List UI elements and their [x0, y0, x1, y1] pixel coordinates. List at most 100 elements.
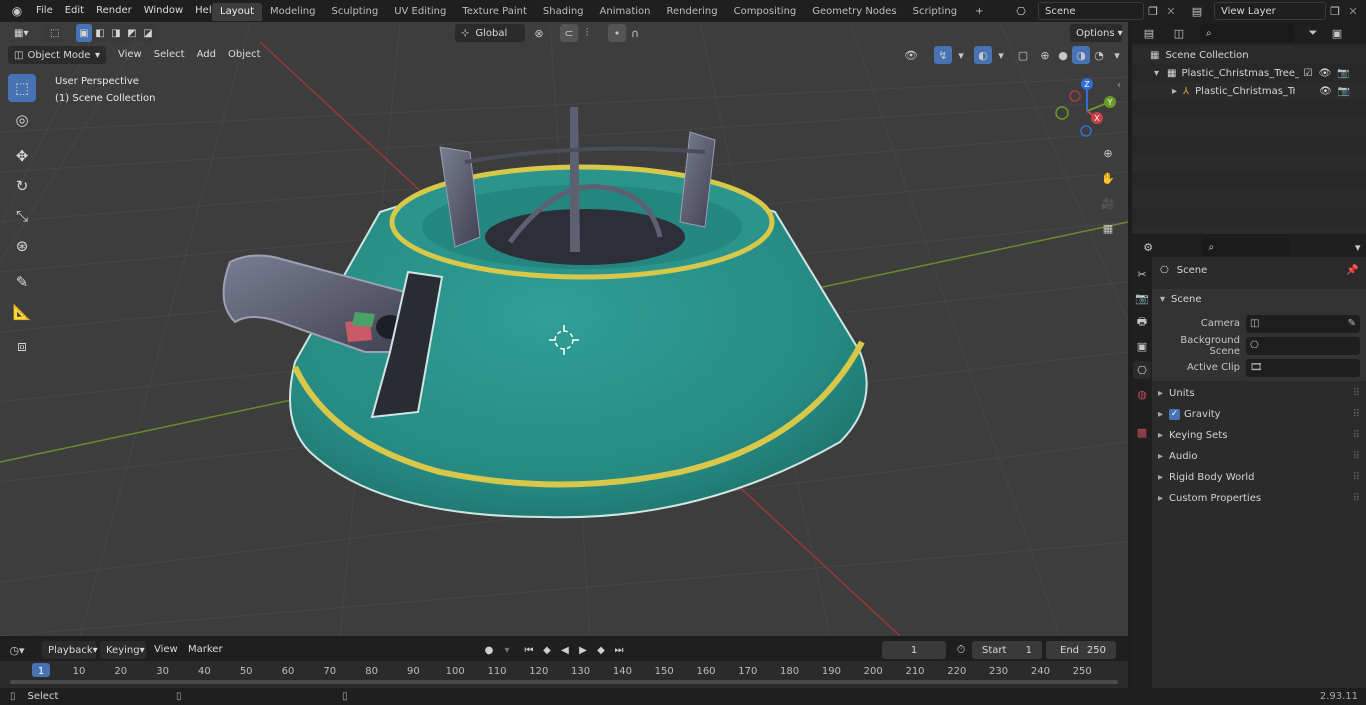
outliner-display-mode-icon[interactable]: ◫	[1170, 24, 1188, 42]
properties-options-icon[interactable]: ▾	[1350, 238, 1366, 256]
view-layer-icon[interactable]: ▤	[1188, 2, 1206, 20]
material-shading-icon[interactable]: ◑	[1072, 46, 1090, 64]
play-reverse-icon[interactable]: ◀	[556, 641, 574, 659]
keying-menu[interactable]: Keying ▾	[100, 641, 146, 659]
panel-keying-sets[interactable]: ▸ Keying Sets ⠿	[1158, 425, 1360, 445]
next-keyframe-icon[interactable]: ◆	[592, 641, 610, 659]
tab-layout[interactable]: Layout	[212, 3, 262, 21]
zoom-icon[interactable]: ⊕	[1098, 142, 1118, 164]
select-subtract-icon[interactable]: ◨	[108, 24, 124, 42]
tab-scripting[interactable]: Scripting	[905, 3, 965, 21]
camera-field[interactable]: ◫ ✎	[1246, 314, 1360, 333]
measure-tool-icon[interactable]: 📐	[8, 298, 36, 326]
copy-view-layer-icon[interactable]: ❐	[1326, 2, 1344, 20]
object-mode-dropdown[interactable]: ◫ Object Mode ▾	[8, 46, 106, 64]
proportional-edit-icon[interactable]: •	[608, 24, 626, 42]
add-workspace-button[interactable]: +	[967, 3, 991, 21]
select-invert-icon[interactable]: ◩	[124, 24, 140, 42]
delete-scene-icon[interactable]: ✕	[1162, 2, 1180, 20]
solid-shading-icon[interactable]: ●	[1054, 46, 1072, 64]
drag-handle-icon[interactable]: ⠿	[1353, 409, 1360, 420]
new-collection-icon[interactable]: ▣	[1328, 24, 1346, 42]
annotate-tool-icon[interactable]: ✎	[8, 268, 36, 296]
texture-tab-icon[interactable]: ▩	[1133, 423, 1151, 441]
gizmo-dropdown-icon[interactable]: ▾	[952, 46, 970, 64]
world-tab-icon[interactable]: ◍	[1133, 385, 1151, 403]
render-tab-icon[interactable]: 📷	[1133, 289, 1151, 307]
editor-type-dropdown[interactable]: ▦▾	[8, 24, 34, 42]
falloff-icon[interactable]: ∩	[626, 24, 644, 42]
scale-tool-icon[interactable]: ⤡	[8, 202, 36, 230]
tab-uv-editing[interactable]: UV Editing	[386, 3, 454, 21]
outliner-scene-collection[interactable]: ▦ Scene Collection	[1132, 46, 1366, 64]
transform-orientation-dropdown[interactable]: ⊹ Global	[455, 24, 525, 42]
panel-rigid-body-world[interactable]: ▸ Rigid Body World ⠿	[1158, 467, 1360, 487]
wireframe-shading-icon[interactable]: ⊕	[1036, 46, 1054, 64]
current-frame-field[interactable]: 1	[882, 641, 946, 659]
outliner-editor-icon[interactable]: ▤	[1140, 24, 1158, 42]
record-options-icon[interactable]: ▾	[498, 641, 516, 659]
overlay-dropdown-icon[interactable]: ▾	[992, 46, 1010, 64]
options-dropdown[interactable]: Options ▾	[1070, 24, 1123, 42]
visibility-icon[interactable]: 👁	[902, 46, 920, 64]
jump-end-icon[interactable]: ⏭	[610, 641, 628, 659]
drag-handle-icon[interactable]: ⠿	[1353, 451, 1360, 462]
cursor-tool-icon[interactable]: ◎	[8, 106, 36, 134]
end-frame-field[interactable]: End 250	[1046, 641, 1116, 659]
expand-arrow-icon[interactable]: ▸	[1172, 86, 1177, 97]
jump-start-icon[interactable]: ⏮	[520, 641, 538, 659]
copy-scene-icon[interactable]: ❐	[1144, 2, 1162, 20]
sidebar-toggle-icon[interactable]: ‹	[1117, 80, 1121, 91]
eyedropper-icon[interactable]: ✎	[1348, 318, 1356, 329]
menu-object[interactable]: Object	[222, 46, 267, 64]
delete-view-layer-icon[interactable]: ✕	[1344, 2, 1362, 20]
drag-handle-icon[interactable]: ⠿	[1353, 472, 1360, 483]
render-camera-icon[interactable]: 📷	[1337, 68, 1349, 79]
navigation-gizmo[interactable]: Z Y X	[1052, 76, 1122, 146]
tab-texture-paint[interactable]: Texture Paint	[454, 3, 535, 21]
pin-icon[interactable]: 📌	[1346, 265, 1358, 276]
pan-hand-icon[interactable]: ✋	[1098, 167, 1118, 189]
menu-window[interactable]: Window	[138, 2, 189, 20]
xray-icon[interactable]: ▢	[1014, 46, 1032, 64]
panel-audio[interactable]: ▸ Audio ⠿	[1158, 446, 1360, 466]
overlay-toggle-icon[interactable]: ◐	[974, 46, 992, 64]
panel-custom-properties[interactable]: ▸ Custom Properties ⠿	[1158, 488, 1360, 508]
select-box-tool-icon[interactable]: ⬚	[8, 74, 36, 102]
view-layer-field[interactable]: View Layer	[1214, 2, 1326, 20]
camera-view-icon[interactable]: 🎥	[1098, 192, 1118, 214]
gizmo-toggle-icon[interactable]: ↯	[934, 46, 952, 64]
properties-search-input[interactable]: ⌕	[1202, 238, 1290, 256]
stopwatch-icon[interactable]: ⏱	[952, 641, 970, 659]
render-camera-icon[interactable]: 📷	[1338, 86, 1350, 97]
select-extend-icon[interactable]: ◧	[92, 24, 108, 42]
blender-logo-icon[interactable]: ◉	[8, 2, 26, 20]
outliner-item[interactable]: ▸ ⅄ Plastic_Christmas_Tree_S 👁 📷	[1132, 82, 1366, 100]
tab-compositing[interactable]: Compositing	[726, 3, 805, 21]
visibility-eye-icon[interactable]: 👁	[1318, 68, 1331, 79]
visibility-eye-icon[interactable]: 👁	[1319, 86, 1332, 97]
timeline-marker-menu[interactable]: Marker	[182, 641, 229, 659]
gravity-checkbox[interactable]: ✓	[1169, 408, 1181, 420]
active-clip-field[interactable]: 🎞	[1246, 358, 1360, 377]
output-tab-icon[interactable]: 🖶	[1133, 313, 1151, 331]
snap-toggle-icon[interactable]: ⊂	[560, 24, 578, 42]
transform-tool-icon[interactable]: ⊛	[8, 232, 36, 260]
outliner-item[interactable]: ▾ ▦ Plastic_Christmas_Tree_Stanc ☑ 👁 📷	[1132, 64, 1366, 82]
menu-view[interactable]: View	[112, 46, 148, 64]
scene-panel-header[interactable]: ▾ Scene	[1152, 289, 1366, 309]
panel-gravity[interactable]: ▸ ✓ Gravity ⠿	[1158, 404, 1360, 424]
pivot-icon[interactable]: ⊗	[530, 24, 548, 42]
scene-tab-icon[interactable]: ⎔	[1133, 361, 1151, 379]
outliner-search-input[interactable]: ⌕	[1200, 24, 1294, 42]
snap-target-icon[interactable]: ⫶	[578, 24, 596, 42]
tab-modeling[interactable]: Modeling	[262, 3, 324, 21]
scene-icon[interactable]: ⎔	[1012, 2, 1030, 20]
view-layer-tab-icon[interactable]: ▣	[1133, 337, 1151, 355]
properties-editor-icon[interactable]: ⚙	[1140, 238, 1156, 256]
add-cube-tool-icon[interactable]: ⧈	[8, 332, 36, 360]
shading-dropdown-icon[interactable]: ▾	[1108, 46, 1126, 64]
rotate-tool-icon[interactable]: ↻	[8, 172, 36, 200]
timeline-view-menu[interactable]: View	[148, 641, 184, 659]
move-tool-icon[interactable]: ✥	[8, 142, 36, 170]
